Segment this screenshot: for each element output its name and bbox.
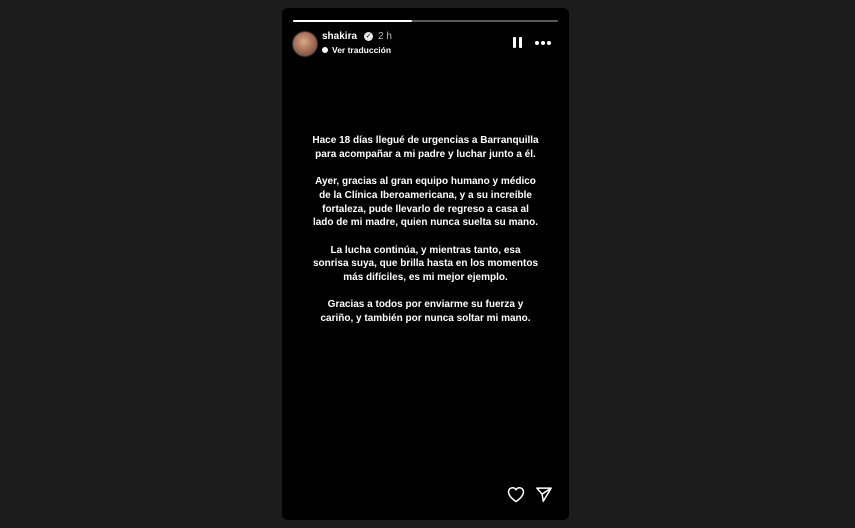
message-paragraph: Gracias a todos por enviarme su fuerza y…	[320, 299, 531, 325]
more-options-icon	[541, 41, 545, 45]
pause-button[interactable]	[513, 37, 525, 49]
verified-badge-icon: ✓	[364, 32, 373, 41]
story-viewer[interactable]: shakira ✓ 2 h Ver traducción Hace 18 día…	[282, 8, 569, 520]
story-progress-fill	[293, 20, 413, 22]
message-paragraph: Ayer, gracias al gran equipo humano y mé…	[312, 176, 539, 229]
translate-icon	[322, 47, 328, 53]
message-paragraph: La lucha continúa, y mientras tanto, esa…	[312, 244, 539, 283]
story-message: Hace 18 días llegué de urgencias a Barra…	[312, 134, 539, 339]
see-translation-button[interactable]: Ver traducción	[322, 44, 391, 56]
like-button[interactable]	[507, 486, 525, 503]
story-header: shakira ✓ 2 h Ver traducción	[292, 30, 559, 60]
send-icon	[536, 487, 552, 502]
pause-icon	[513, 37, 516, 48]
username[interactable]: shakira	[322, 31, 357, 42]
pause-icon	[519, 37, 522, 48]
timestamp: 2 h	[378, 31, 392, 42]
heart-icon	[507, 487, 525, 503]
more-options-icon	[547, 41, 551, 45]
more-options-icon	[535, 41, 539, 45]
share-button[interactable]	[535, 486, 553, 503]
page-background: shakira ✓ 2 h Ver traducción Hace 18 día…	[0, 0, 855, 528]
story-progress-bar	[293, 20, 558, 22]
see-translation-label: Ver traducción	[332, 45, 392, 55]
more-options-button[interactable]	[535, 37, 553, 49]
avatar[interactable]	[292, 31, 318, 57]
message-paragraph: Hace 18 días llegué de urgencias a Barra…	[312, 135, 539, 160]
